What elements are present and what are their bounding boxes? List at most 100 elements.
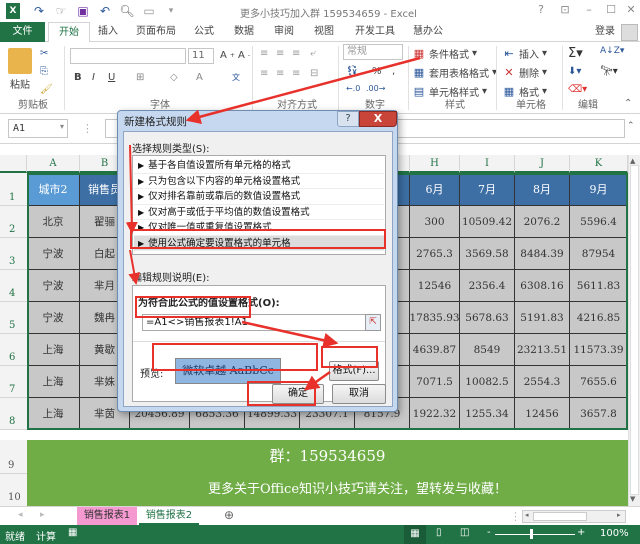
row-header-10[interactable]: 10 bbox=[0, 474, 27, 506]
table-cell[interactable]: 2554.3 bbox=[515, 366, 570, 398]
align-right-icon[interactable]: ≡ bbox=[292, 68, 300, 79]
column-header-a[interactable]: A bbox=[27, 155, 80, 173]
column-header-k[interactable]: K bbox=[570, 155, 628, 173]
row-header-1[interactable]: 1 bbox=[0, 173, 27, 206]
zoom-slider-thumb[interactable] bbox=[530, 529, 533, 539]
help-button[interactable]: ? bbox=[530, 3, 552, 19]
font-color-icon[interactable]: A bbox=[196, 72, 203, 83]
comma-button[interactable]: , bbox=[392, 66, 395, 77]
dialog-close-button[interactable]: X bbox=[359, 111, 397, 127]
rule-type-option[interactable]: ▶ 使用公式确定要设置格式的单元格 bbox=[134, 235, 384, 251]
column-header-j[interactable]: J bbox=[515, 155, 570, 173]
zoom-in-icon[interactable]: + bbox=[577, 527, 585, 538]
table-cell[interactable]: 4639.87 bbox=[410, 334, 460, 366]
bold-button[interactable]: B bbox=[74, 72, 82, 83]
tab-hui-office[interactable]: 慧办公 bbox=[408, 22, 448, 42]
cancel-button[interactable]: 取消 bbox=[332, 384, 386, 404]
scrollbar-thumb[interactable] bbox=[630, 165, 639, 495]
next-sheet-icon[interactable]: ▸ bbox=[40, 510, 45, 520]
row-header-7[interactable]: 7 bbox=[0, 366, 27, 398]
format-button[interactable]: 格式(F)... bbox=[329, 361, 379, 381]
table-cell[interactable]: 3657.8 bbox=[570, 398, 628, 430]
tab-view[interactable]: 视图 bbox=[308, 22, 340, 42]
login-link[interactable]: 登录 bbox=[592, 22, 618, 42]
merge-center-icon[interactable]: ⊟ bbox=[310, 68, 318, 79]
zoom-out-icon[interactable]: - bbox=[487, 527, 491, 538]
table-cell[interactable]: 12456 bbox=[515, 398, 570, 430]
table-cell[interactable]: 5191.83 bbox=[515, 302, 570, 334]
hscroll-thumb[interactable] bbox=[533, 512, 587, 521]
tab-data[interactable]: 数据 bbox=[228, 22, 260, 42]
table-cell[interactable]: 3569.58 bbox=[460, 238, 515, 270]
underline-button[interactable]: U bbox=[108, 72, 115, 83]
header-cell[interactable]: 城市2 bbox=[27, 173, 80, 206]
table-cell[interactable]: 4216.85 bbox=[570, 302, 628, 334]
rule-type-list[interactable]: ▶ 基于各自值设置所有单元格的格式 ▶ 只为包含以下内容的单元格设置格式 ▶ 仅对排名靠前… bbox=[132, 155, 386, 255]
toolbox-icon[interactable]: ▭ bbox=[138, 3, 160, 19]
table-cell[interactable]: 2356.4 bbox=[460, 270, 515, 302]
table-cell[interactable]: 5611.83 bbox=[570, 270, 628, 302]
header-cell[interactable]: 8月 bbox=[515, 173, 570, 206]
name-box[interactable]: A1 bbox=[8, 119, 68, 138]
table-cell[interactable]: 5678.63 bbox=[460, 302, 515, 334]
new-sheet-icon[interactable]: ⊕ bbox=[224, 508, 234, 522]
shrink-font-icon[interactable]: A- bbox=[238, 50, 250, 61]
align-top-icon[interactable]: ≡ bbox=[260, 48, 268, 59]
fill-color-icon[interactable]: ◇ bbox=[170, 72, 178, 83]
phonetic-icon[interactable]: 文 bbox=[232, 72, 240, 83]
row-header-6[interactable]: 6 bbox=[0, 334, 27, 366]
align-center-icon[interactable]: ≡ bbox=[276, 68, 284, 79]
copy-icon[interactable]: ⎘ bbox=[40, 66, 48, 77]
scroll-down-icon[interactable]: ▼ bbox=[630, 495, 635, 503]
italic-button[interactable]: I bbox=[92, 72, 95, 83]
table-cell[interactable]: 上海 bbox=[27, 398, 80, 430]
table-cell[interactable]: 2076.2 bbox=[515, 206, 570, 238]
table-cell[interactable]: 北京 bbox=[27, 206, 80, 238]
page-break-view-icon[interactable]: ◫ bbox=[460, 527, 469, 538]
print-preview-icon[interactable]: 🔍︎ bbox=[116, 3, 138, 19]
close-icon[interactable]: ✕ bbox=[620, 3, 640, 19]
undo-icon[interactable]: ↶ bbox=[94, 3, 116, 19]
format-painter-icon[interactable]: 🖌︎ bbox=[40, 84, 53, 95]
row-header-5[interactable]: 5 bbox=[0, 302, 27, 334]
table-cell[interactable]: 宁波 bbox=[27, 302, 80, 334]
select-all-corner[interactable] bbox=[0, 155, 27, 173]
sheet-tab-sales-report-2[interactable]: 销售报表2 bbox=[139, 507, 199, 525]
column-header-i[interactable]: I bbox=[460, 155, 515, 173]
table-cell[interactable]: 10082.5 bbox=[460, 366, 515, 398]
save-icon[interactable]: ▣ bbox=[72, 3, 94, 19]
table-cell[interactable]: 宁波 bbox=[27, 238, 80, 270]
normal-view-icon[interactable]: ▦ bbox=[404, 525, 426, 544]
align-bottom-icon[interactable]: ≡ bbox=[292, 48, 300, 59]
dialog-help-button[interactable]: ? bbox=[337, 111, 359, 127]
table-cell[interactable]: 6308.16 bbox=[515, 270, 570, 302]
borders-icon[interactable]: ⊞ bbox=[136, 72, 144, 83]
redo-icon[interactable]: ↷ bbox=[28, 3, 50, 19]
increase-decimal-icon[interactable]: ←.0 bbox=[346, 84, 360, 93]
header-cell[interactable]: 7月 bbox=[460, 173, 515, 206]
user-avatar-icon[interactable] bbox=[621, 24, 638, 41]
splitter-handle-icon[interactable]: ⋮ bbox=[510, 510, 521, 523]
insert-cells-button[interactable]: ⇤ 插入 ▾ bbox=[502, 46, 547, 61]
format-as-table-button[interactable]: ▦ 套用表格格式 ▾ bbox=[412, 65, 497, 80]
align-left-icon[interactable]: ≡ bbox=[260, 68, 268, 79]
paste-icon[interactable] bbox=[8, 48, 32, 74]
vertical-scrollbar[interactable]: ▲ ▼ bbox=[628, 155, 640, 506]
wrap-text-icon[interactable]: ⤶ bbox=[310, 48, 316, 59]
zoom-level[interactable]: 100% bbox=[600, 528, 629, 539]
header-cell[interactable]: 6月 bbox=[410, 173, 460, 206]
status-calculate[interactable]: 计算 bbox=[36, 528, 56, 543]
tab-review[interactable]: 审阅 bbox=[268, 22, 300, 42]
table-cell[interactable]: 宁波 bbox=[27, 270, 80, 302]
sheet-tab-sales-report-1[interactable]: 销售报表1 bbox=[77, 507, 137, 525]
tab-home[interactable]: 开始 bbox=[48, 22, 90, 43]
collapse-dialog-icon[interactable]: ⇱ bbox=[365, 314, 381, 331]
table-cell[interactable]: 2765.3 bbox=[410, 238, 460, 270]
rule-type-option[interactable]: ▶ 仅对排名靠前或靠后的数值设置格式 bbox=[134, 189, 384, 205]
tab-file[interactable]: 文件 bbox=[0, 22, 45, 42]
expand-formula-bar-icon[interactable]: ⌃ bbox=[627, 121, 635, 131]
table-cell[interactable]: 11573.39 bbox=[570, 334, 628, 366]
fill-icon[interactable]: ⬇▾ bbox=[568, 66, 581, 77]
row-header-9[interactable]: 9 bbox=[0, 440, 27, 474]
tab-insert[interactable]: 插入 bbox=[92, 22, 124, 42]
